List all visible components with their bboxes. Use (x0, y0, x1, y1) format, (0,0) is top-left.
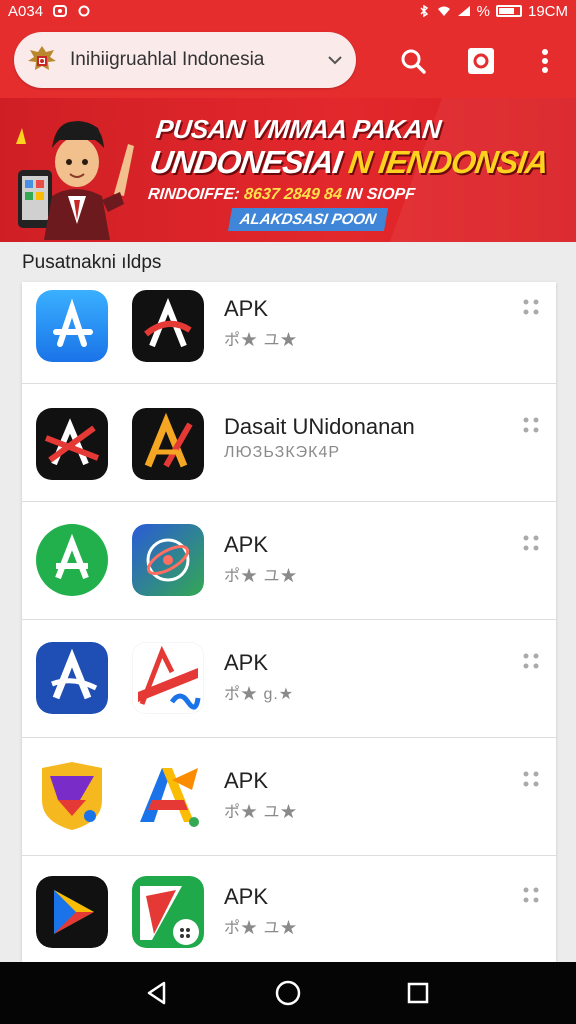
region-selector-label: Inihiigruahlal Indonesia (70, 49, 265, 70)
drag-handle-icon[interactable] (522, 298, 540, 316)
drag-handle-icon[interactable] (522, 886, 540, 904)
drag-handle-icon[interactable] (522, 416, 540, 434)
list-item[interactable]: APK ポ★ g.★ (22, 620, 556, 738)
app-title: APK (224, 532, 269, 557)
app-title: APK (224, 296, 269, 321)
colorful-a-icon (132, 760, 204, 832)
play-triangle-icon (36, 876, 108, 948)
app-rating: ポ★ ユ★ (224, 804, 298, 821)
drag-handle-icon[interactable] (522, 652, 540, 670)
camera-icon (468, 48, 494, 74)
app-rating: ポ★ g.★ (224, 686, 295, 703)
home-button[interactable] (271, 976, 305, 1010)
back-icon (147, 981, 166, 1005)
shield-icon (42, 762, 102, 830)
gold-a-icon (132, 408, 204, 480)
app-rating: ポ★ ユ★ (224, 568, 298, 585)
camera-button[interactable] (462, 42, 500, 80)
battery-icon (495, 5, 522, 17)
app-title: Dasait UNidonanan (224, 414, 415, 439)
app-bar: Inihiigruahlal Indonesia (0, 22, 576, 98)
chevron-down-icon (328, 56, 342, 65)
list-item[interactable]: APK ポ★ ユ★ (22, 856, 556, 962)
section-title: Pusatnakni ıldps (22, 252, 162, 273)
status-bar: A034 % 19CM (0, 0, 576, 22)
app-title: APK (224, 768, 269, 793)
banner-headline-2b: N IENDONSIA (346, 144, 551, 180)
app-store-icon (36, 290, 108, 362)
red-a-icon (132, 290, 204, 362)
red-ribbon-icon (132, 642, 204, 714)
app-rating: ポ★ ユ★ (224, 332, 298, 349)
recents-icon (407, 982, 429, 1004)
app-title: APK (224, 650, 269, 675)
globe-icon (132, 524, 204, 596)
app-title: APK (224, 884, 269, 909)
drag-handle-icon[interactable] (522, 534, 540, 552)
drag-handle-icon[interactable] (522, 770, 540, 788)
green-a-icon (36, 524, 108, 596)
banner-subline-c: IN SIOPF (341, 186, 416, 203)
region-selector[interactable]: Inihiigruahlal Indonesia (14, 32, 356, 88)
sync-icon (78, 5, 90, 17)
banner-tag: ALAKDSASI POON (227, 208, 388, 231)
promo-banner[interactable]: PUSAN VMMAA PAKAN UNDONESIAI N IENDONSIA… (0, 98, 576, 242)
list-item[interactable]: APK ポ★ ユ★ (22, 282, 556, 384)
home-icon (275, 980, 301, 1006)
more-vert-icon (542, 49, 548, 73)
banner-headline-1: PUSAN VMMAA PAKAN (154, 114, 443, 144)
signal-icon (457, 6, 470, 16)
wifi-icon (437, 6, 450, 16)
battery-percent: % (476, 2, 490, 20)
search-button[interactable] (394, 42, 432, 80)
garuda-emblem-icon (28, 46, 56, 70)
red-black-a-icon (36, 408, 108, 480)
more-options-button[interactable] (526, 42, 564, 80)
blue-a-icon (36, 642, 108, 714)
mail-icon (53, 5, 68, 17)
app-list: APK ポ★ ユ★ Dasait UNidonanan ЛЮЗЬЗКЭК4Р A… (22, 282, 556, 962)
banner-headline-2a: UNDONESIAI (147, 144, 352, 180)
list-item[interactable]: Dasait UNidonanan ЛЮЗЬЗКЭК4Р (22, 384, 556, 502)
bluetooth-icon (420, 5, 428, 17)
banner-headline-2: UNDONESIAI N IENDONSIA (147, 144, 551, 181)
banner-subline-a: RINDOIFFE: (147, 186, 245, 203)
app-rating: ポ★ ユ★ (224, 920, 298, 937)
search-icon (401, 49, 426, 74)
banner-subline-b: 8637 2849 84 (243, 186, 343, 203)
navigation-bar (0, 962, 576, 1024)
status-left-text: A034 (8, 2, 44, 20)
app-rating: ЛЮЗЬЗКЭК4Р (224, 444, 341, 461)
mascot-illustration (16, 121, 134, 240)
recents-button[interactable] (401, 976, 435, 1010)
back-button[interactable] (140, 976, 174, 1010)
banner-subline: RINDOIFFE: 8637 2849 84 IN SIOPF (147, 186, 416, 204)
green-red-icon (132, 876, 204, 948)
list-item[interactable]: APK ポ★ ユ★ (22, 738, 556, 856)
status-time: 19CM (527, 2, 568, 20)
list-item[interactable]: APK ポ★ ユ★ (22, 502, 556, 620)
